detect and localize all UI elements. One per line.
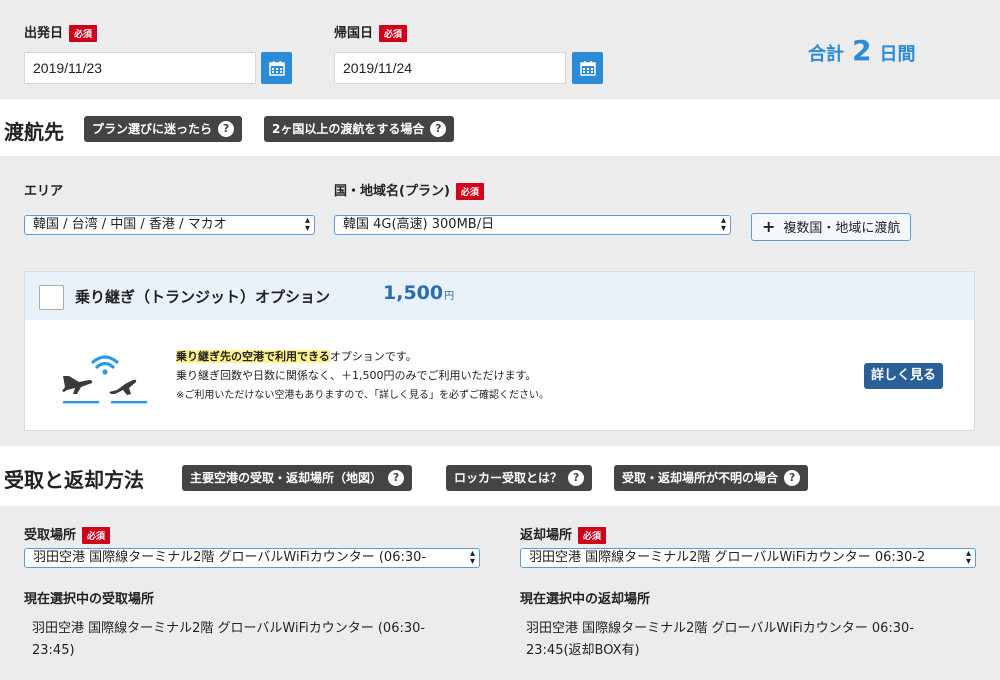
transit-checkbox[interactable] [39,285,64,310]
total-prefix: 合計 [808,44,844,65]
transit-title: 乗り継ぎ（トランジット）オプション [75,288,331,306]
area-label: エリア [24,184,64,199]
current-pickup-label: 現在選択中の受取場所 [24,592,155,607]
current-return-text: 羽田空港 国際線ターミナル2階 グローバルWiFiカウンター 06:30- 23… [526,618,976,662]
select-arrow-icon: ▴ ▾ [965,548,971,567]
return-location-select[interactable]: 羽田空港 国際線ターミナル2階 グローバルWiFiカウンター 06:30-2 ▴… [520,548,976,568]
required-badge: 必須 [455,183,484,200]
total-days-number: 2 [852,34,872,67]
airplane-wifi-icon [62,355,147,404]
transit-description-note: ※ご利用いただけない空港もありますので、「詳しく見る」を必ずご確認ください。 [176,390,549,401]
country-select[interactable]: 韓国 4G(高速) 300MB/日 ▴ ▾ [334,215,731,235]
calendar-icon [579,61,596,76]
select-arrow-icon: ▴ ▾ [720,215,726,234]
current-pickup-text: 羽田空港 国際線ターミナル2階 グローバルWiFiカウンター (06:30- 2… [32,618,482,662]
departure-calendar-button[interactable] [261,52,292,84]
question-icon: ? [218,121,235,137]
current-pickup-line2: 23:45) [32,643,75,658]
transit-description-line2: 乗り継ぎ回数や日数に関係なく、＋1,500円のみでご利用いただけます。 [176,369,537,382]
plan-help-label: プラン選びに迷ったら [92,122,213,136]
locker-help-label: ロッカー受取とは？ [454,471,563,485]
return-label: 帰国日 必須 [334,22,408,42]
current-pickup-line1: 羽田空港 国際線ターミナル2階 グローバルWiFiカウンター (06:30- [32,621,426,636]
return-select-value: 羽田空港 国際線ターミナル2階 グローバルWiFiカウンター 06:30-2 [529,550,926,565]
current-return-line2: 23:45(返却BOX有) [526,643,640,658]
transit-price-value: 1,500 [383,282,444,304]
required-badge: 必須 [82,527,111,544]
question-icon: ? [430,121,447,137]
pickup-select-value: 羽田空港 国際線ターミナル2階 グローバルWiFiカウンター (06:30- [33,550,427,565]
locker-help-button[interactable]: ロッカー受取とは？? [446,465,593,491]
unknown-location-help-button[interactable]: 受取・返却場所が不明の場合? [614,465,809,491]
transit-description-rest: オプションです。 [329,350,417,363]
calendar-icon [268,61,285,76]
return-date-input[interactable]: 2019/11/24 [334,52,566,84]
transit-price: 1,500円 [383,282,454,304]
multi-country-help-button[interactable]: 2ヶ国以上の渡航をする場合? [264,116,455,142]
question-icon: ? [388,470,405,486]
transit-detail-button[interactable]: 詳しく見る [864,363,944,389]
transit-option-card: 乗り継ぎ（トランジット）オプション 1,500円 乗り継ぎ先の空港で利用できるオ… [24,271,975,431]
multi-country-button[interactable]: + 複数国・地域に渡航 [751,213,912,241]
select-arrow-icon: ▴ ▾ [469,548,475,567]
airport-map-help-label: 主要空港の受取・返却場所（地図） [190,471,383,485]
plus-icon: + [762,217,776,236]
question-icon: ? [568,470,585,486]
required-badge: 必須 [69,25,98,42]
total-days: 合計 2 日間 [808,34,915,67]
country-select-value: 韓国 4G(高速) 300MB/日 [343,217,495,232]
transit-price-unit: 円 [444,291,455,302]
transit-description-highlight: 乗り継ぎ先の空港で利用できる [176,350,330,363]
destination-title: 渡航先 [4,120,64,144]
country-label: 国・地域名(プラン) 必須 [334,180,484,200]
current-return-label: 現在選択中の返却場所 [520,592,651,607]
plan-help-button[interactable]: プラン選びに迷ったら? [84,116,243,142]
pickup-location-label: 受取場所 必須 [24,524,111,544]
unknown-location-help-label: 受取・返却場所が不明の場合 [622,471,779,485]
pickup-return-title: 受取と返却方法 [4,468,144,492]
departure-label: 出発日 必須 [24,22,98,42]
return-location-label: 返却場所 必須 [520,524,607,544]
transit-option-header: 乗り継ぎ（トランジット）オプション 1,500円 [25,272,974,320]
transit-description-line1: 乗り継ぎ先の空港で利用できるオプションです。 [176,348,417,364]
multi-country-help-label: 2ヶ国以上の渡航をする場合 [272,122,425,136]
multi-country-label: 複数国・地域に渡航 [783,221,901,236]
airport-map-help-button[interactable]: 主要空港の受取・返却場所（地図）? [182,465,413,491]
required-badge: 必須 [379,25,408,42]
area-select[interactable]: 韓国 / 台湾 / 中国 / 香港 / マカオ ▴ ▾ [24,215,315,235]
total-suffix: 日間 [879,44,916,65]
required-badge: 必須 [578,527,607,544]
return-calendar-button[interactable] [572,52,603,84]
question-icon: ? [784,470,801,486]
select-arrow-icon: ▴ ▾ [304,215,310,234]
departure-date-input[interactable]: 2019/11/23 [24,52,256,84]
pickup-location-select[interactable]: 羽田空港 国際線ターミナル2階 グローバルWiFiカウンター (06:30- ▴… [24,548,480,568]
current-return-line1: 羽田空港 国際線ターミナル2階 グローバルWiFiカウンター 06:30- [526,621,915,636]
area-select-value: 韓国 / 台湾 / 中国 / 香港 / マカオ [33,217,227,232]
